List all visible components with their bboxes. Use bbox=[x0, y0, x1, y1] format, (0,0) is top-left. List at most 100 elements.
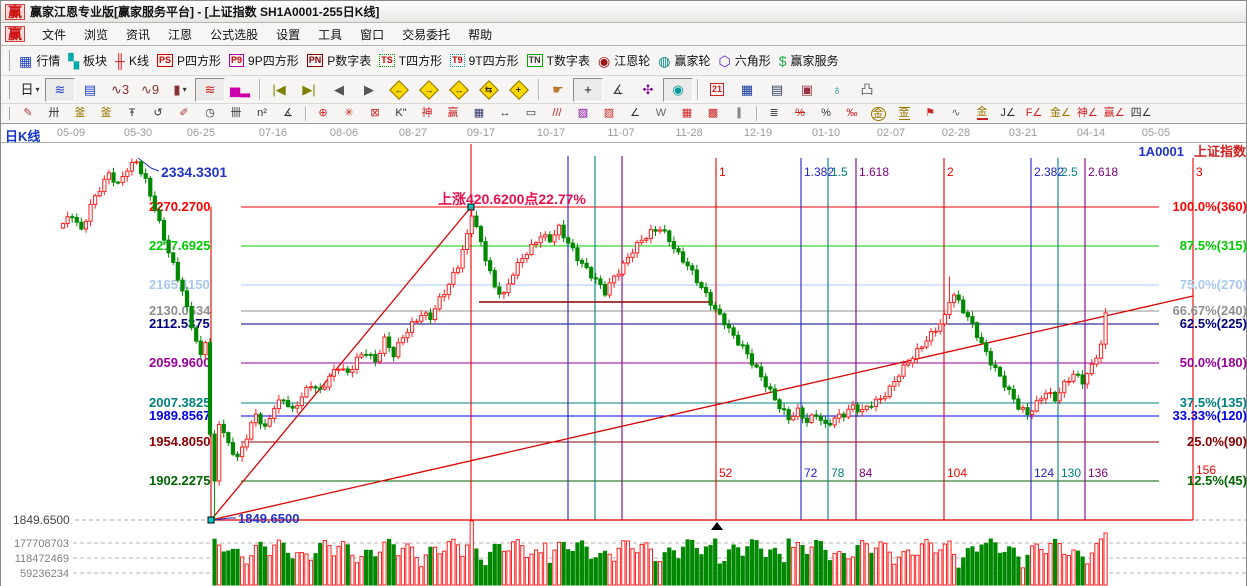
9p-square-button[interactable]: P99P四方形 bbox=[225, 49, 303, 73]
f-angle-button[interactable]: F∠ bbox=[1021, 104, 1047, 123]
save-button[interactable]: ▣ bbox=[792, 78, 822, 102]
gold-split-b-button[interactable]: 釜 bbox=[93, 104, 119, 123]
percent-button[interactable]: % bbox=[813, 104, 839, 123]
calculator-button[interactable]: ▦ bbox=[732, 78, 762, 102]
box-grid-button[interactable]: ⊠ bbox=[362, 104, 388, 123]
scroll-first-button[interactable]: |◀ bbox=[264, 78, 294, 102]
shen-angle-button[interactable]: 神∠ bbox=[1074, 104, 1101, 123]
gold-underline-button[interactable]: 金 bbox=[969, 104, 995, 123]
menu-item-3[interactable]: 江恩 bbox=[159, 24, 201, 45]
winner-service-button[interactable]: $赢家服务 bbox=[775, 49, 843, 73]
n-square-button[interactable]: n² bbox=[249, 104, 275, 123]
notepad-button[interactable]: ▤ bbox=[762, 78, 792, 102]
si-angle-button[interactable]: 四∠ bbox=[1128, 104, 1155, 123]
menu-item-6[interactable]: 工具 bbox=[309, 24, 351, 45]
price-lines-2-button[interactable]: 卌 bbox=[223, 104, 249, 123]
kline-chart[interactable]: 2270.27002217.69252165.11502130.06342112… bbox=[1, 143, 1247, 586]
flag-pen-button[interactable]: ⚑ bbox=[917, 104, 943, 123]
toolbar-grip[interactable] bbox=[5, 80, 10, 99]
calendar-button[interactable]: 21 bbox=[702, 78, 732, 102]
ying-button[interactable]: 赢 bbox=[440, 104, 466, 123]
histogram-button[interactable]: ▅▂ bbox=[225, 78, 255, 102]
menu-item-0[interactable]: 文件 bbox=[33, 24, 75, 45]
w-wave-button[interactable]: W bbox=[648, 104, 674, 123]
p-number-table-button[interactable]: PNP数字表 bbox=[303, 49, 376, 73]
toolbar-grip[interactable] bbox=[5, 107, 10, 120]
overlay-red-button[interactable]: ≋ bbox=[195, 78, 225, 102]
compass-button[interactable]: ⊕ bbox=[310, 104, 336, 123]
menu-item-1[interactable]: 浏览 bbox=[75, 24, 117, 45]
permille-button[interactable]: ‰ bbox=[839, 104, 865, 123]
overlay-blue-button[interactable]: ≋ bbox=[45, 78, 75, 102]
grid-red-button[interactable]: ▦ bbox=[674, 104, 700, 123]
shen-button[interactable]: 神 bbox=[414, 104, 440, 123]
angle-lines-button[interactable]: ∠ bbox=[622, 104, 648, 123]
sectors-button[interactable]: ▚板块 bbox=[64, 49, 111, 73]
j-angle-button[interactable]: J∠ bbox=[995, 104, 1021, 123]
gann-percent-label: 50.0%(180) bbox=[1180, 355, 1247, 370]
printer-button[interactable]: 凸 bbox=[852, 78, 882, 102]
pan-right-button[interactable]: → bbox=[414, 78, 444, 102]
parallel-lines-button[interactable]: ∥ bbox=[726, 104, 752, 123]
gann-wheel-button[interactable]: ◉江恩轮 bbox=[594, 49, 654, 73]
menu-item-9[interactable]: 帮助 bbox=[459, 24, 501, 45]
wave-tool-button[interactable]: ∿ bbox=[943, 104, 969, 123]
scroll-right-button[interactable]: ▶ bbox=[354, 78, 384, 102]
menu-item-4[interactable]: 公式选股 bbox=[201, 24, 267, 45]
toolbar-grip[interactable] bbox=[5, 50, 10, 70]
t-square-button[interactable]: TST四方形 bbox=[375, 49, 446, 73]
pan-both-button[interactable]: ↔ bbox=[444, 78, 474, 102]
fan-grid-button[interactable]: ▨ bbox=[596, 104, 622, 123]
scroll-last-button[interactable]: ▶| bbox=[294, 78, 324, 102]
pan-left-button[interactable]: ← bbox=[384, 78, 414, 102]
t-number-table-button[interactable]: TNT数字表 bbox=[523, 49, 594, 73]
menu-item-2[interactable]: 资讯 bbox=[117, 24, 159, 45]
pan-swap-button[interactable]: ⇆ bbox=[474, 78, 504, 102]
gold-circle-button[interactable]: 金 bbox=[865, 104, 891, 123]
frame-tool-button[interactable]: ▭ bbox=[518, 104, 544, 123]
price-lines-button[interactable]: 卅 bbox=[41, 104, 67, 123]
pattern-tool-button[interactable]: ✣ bbox=[633, 78, 663, 102]
percent-slash-button[interactable]: % bbox=[787, 104, 813, 123]
fan-red-button[interactable]: /// bbox=[544, 104, 570, 123]
crosshair-tool-button[interactable]: + bbox=[573, 78, 603, 102]
menu-item-8[interactable]: 交易委托 bbox=[393, 24, 459, 45]
gann-pen-button[interactable]: ✎ bbox=[15, 104, 41, 123]
p-square-button[interactable]: PSP四方形 bbox=[153, 49, 225, 73]
doc-blue-button[interactable]: ▤ bbox=[75, 78, 105, 102]
gold-split-a-button[interactable]: 釜 bbox=[67, 104, 93, 123]
angle-arc-button[interactable]: ∡ bbox=[275, 104, 301, 123]
fan-purple-button[interactable]: ▨ bbox=[570, 104, 596, 123]
network-button[interactable]: ♁ bbox=[822, 78, 852, 102]
chart-canvas[interactable]: 2270.27002217.69252165.11502130.06342112… bbox=[1, 143, 1246, 586]
wave-9-button[interactable]: ∿9 bbox=[135, 78, 165, 102]
9t-square-button[interactable]: T99T四方形 bbox=[446, 49, 523, 73]
candle-type-button[interactable]: ▮▾ bbox=[165, 78, 195, 102]
grid-red-2-button[interactable]: ▩ bbox=[700, 104, 726, 123]
gold-angle-button[interactable]: 金∠ bbox=[1047, 104, 1074, 123]
hand-tool-button[interactable]: ☛ bbox=[543, 78, 573, 102]
spiral-button[interactable]: ↺ bbox=[145, 104, 171, 123]
ying-angle-button[interactable]: 赢∠ bbox=[1101, 104, 1128, 123]
mark-pen-button[interactable]: ✐ bbox=[171, 104, 197, 123]
grid-123-button[interactable]: ▦ bbox=[466, 104, 492, 123]
star-grid-button[interactable]: ✳ bbox=[336, 104, 362, 123]
smart-tool-button[interactable]: ◉ bbox=[663, 78, 693, 102]
winner-wheel-button[interactable]: ◍赢家轮 bbox=[654, 49, 714, 73]
quotes-button[interactable]: ▦行情 bbox=[15, 49, 64, 73]
angle-tool-button[interactable]: ∡ bbox=[603, 78, 633, 102]
candle-style-button[interactable]: 日▾ bbox=[15, 78, 45, 102]
f-lines-button[interactable]: Ŧ bbox=[119, 104, 145, 123]
menu-item-7[interactable]: 窗口 bbox=[351, 24, 393, 45]
wave-3-button[interactable]: ∿3 bbox=[105, 78, 135, 102]
gold-levels-button[interactable]: 金 bbox=[891, 104, 917, 123]
pan-all-button[interactable]: + bbox=[504, 78, 534, 102]
kline-button[interactable]: ╫K线 bbox=[111, 49, 153, 73]
time-cycle-button[interactable]: ◷ bbox=[197, 104, 223, 123]
span-measure-button[interactable]: ↔ bbox=[492, 104, 518, 123]
k-marks-button[interactable]: K" bbox=[388, 104, 414, 123]
hexagon-button[interactable]: ⬡六角形 bbox=[714, 49, 774, 73]
level-table-button[interactable]: ≣ bbox=[761, 104, 787, 123]
menu-item-5[interactable]: 设置 bbox=[267, 24, 309, 45]
scroll-left-button[interactable]: ◀ bbox=[324, 78, 354, 102]
